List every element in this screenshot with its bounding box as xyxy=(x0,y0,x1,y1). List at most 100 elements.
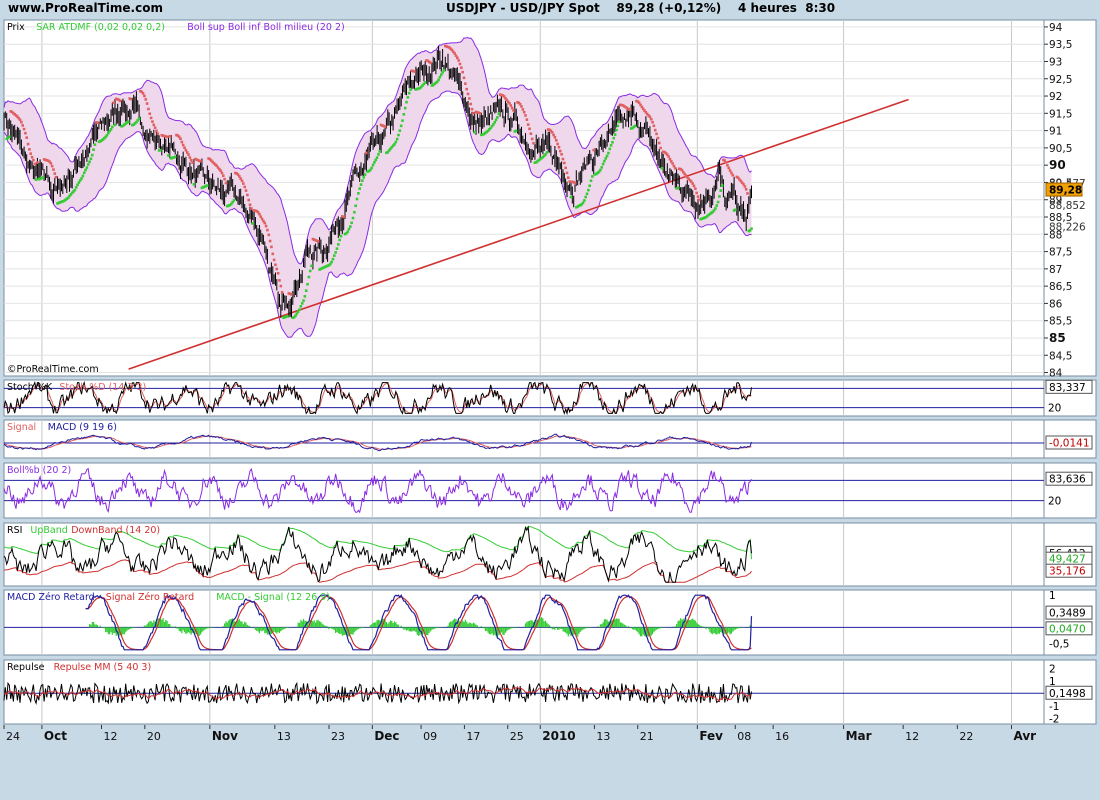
sar-dot xyxy=(155,129,158,133)
sar-dot xyxy=(29,152,33,155)
sar-dot xyxy=(403,106,407,110)
sar-dot xyxy=(652,124,656,128)
sar-dot xyxy=(84,168,87,172)
sar-dot xyxy=(562,161,566,165)
sar-dot xyxy=(692,184,696,188)
sar-dot xyxy=(524,114,527,117)
sar-dot xyxy=(676,186,680,190)
sar-dot xyxy=(746,192,749,195)
sar-dot xyxy=(179,137,182,141)
sar-dot xyxy=(564,166,567,170)
sar-dot xyxy=(247,198,251,202)
sar-dot xyxy=(600,166,604,169)
sar-dot xyxy=(279,284,283,288)
sar-dot xyxy=(310,264,313,268)
sar-dot xyxy=(656,136,660,140)
sar-dot xyxy=(532,141,535,145)
sar-dot xyxy=(530,137,534,141)
sar-dot xyxy=(462,76,466,80)
sar-dot xyxy=(438,75,442,79)
sar-dot xyxy=(272,258,276,262)
sar-dot xyxy=(473,130,476,134)
sar-dot xyxy=(355,197,359,201)
sar-dot xyxy=(145,102,149,105)
x-tick-label: Fev xyxy=(699,729,723,743)
sar-dot xyxy=(653,128,657,132)
indicator-panel-repulse: Repulse Repulse MM (5 40 3) 21-1-20,1498 xyxy=(3,659,1097,725)
chart-canvas[interactable]: 8484,58585,58686,58787,58888,58989,59090… xyxy=(0,0,1100,800)
sar-dot xyxy=(168,134,172,138)
sar-dot xyxy=(357,192,360,195)
sar-dot xyxy=(609,144,613,147)
sar-dot xyxy=(267,233,271,237)
sar-dot xyxy=(405,100,408,104)
panel-plot-area xyxy=(3,462,1045,519)
sar-dot xyxy=(192,183,196,186)
y-tick-label: 85,5 xyxy=(1049,316,1072,328)
sar-dot xyxy=(127,120,130,123)
sar-dot xyxy=(151,120,154,123)
y-tick-label: 1 xyxy=(1049,590,1056,602)
sar-dot xyxy=(528,127,531,131)
y-tick-label: 86 xyxy=(1049,298,1063,310)
sar-dot xyxy=(20,120,23,124)
sar-dot xyxy=(660,167,664,170)
sar-dot xyxy=(143,94,146,98)
legend-item: UpBand xyxy=(30,525,67,536)
sar-dot xyxy=(407,91,411,95)
sar-dot xyxy=(153,126,157,129)
legend-item: MACD Zéro Retard xyxy=(7,592,95,603)
sar-dot xyxy=(651,120,654,124)
sar-dot xyxy=(616,124,620,128)
sar-dot xyxy=(378,150,382,153)
sar-dot xyxy=(588,184,591,188)
sar-dot xyxy=(617,120,621,124)
sar-dot xyxy=(510,106,514,110)
sar-dot xyxy=(271,252,275,256)
sar-dot xyxy=(724,161,728,164)
sar-dot xyxy=(581,201,585,205)
sar-dot xyxy=(370,166,374,170)
sar-dot xyxy=(526,123,530,126)
sar-dot xyxy=(671,162,674,165)
indicator-panel-bollinger-percent-b: Boll%b (20 2) 83,636 20 xyxy=(3,462,1097,519)
sar-dot xyxy=(286,314,289,318)
sar-dot xyxy=(719,189,723,192)
sar-dot xyxy=(567,176,570,179)
sar-dot xyxy=(718,195,721,198)
legend-item: DownBand (14 20) xyxy=(71,525,160,536)
sar-dot xyxy=(330,260,333,264)
sar-dot xyxy=(565,171,569,175)
indicator-panel-macd: Signal MACD (9 19 6) -0,0141 xyxy=(3,419,1097,459)
sar-dot xyxy=(156,132,160,135)
sar-dot xyxy=(90,153,94,157)
sar-dot xyxy=(607,151,610,155)
sar-dot xyxy=(22,127,26,131)
panel-axis-area xyxy=(1043,462,1097,519)
x-tick-label: Dec xyxy=(374,729,399,743)
sar-dot xyxy=(362,176,366,179)
sar-dot xyxy=(25,136,29,139)
sar-dot xyxy=(361,179,364,182)
sar-dot xyxy=(307,275,311,279)
sar-dot xyxy=(304,289,308,292)
sar-dot xyxy=(188,156,192,159)
y-tick-label: 90,5 xyxy=(1049,143,1072,155)
sar-dot xyxy=(714,207,717,210)
sar-dot xyxy=(649,117,653,121)
value-label: 0,3489 xyxy=(1049,608,1086,620)
sar-dot xyxy=(358,187,361,190)
sar-dot xyxy=(461,70,464,74)
sar-dot xyxy=(560,152,563,156)
sar-dot xyxy=(113,123,117,127)
sar-dot xyxy=(119,99,122,103)
sar-dot xyxy=(493,120,497,124)
sar-dot xyxy=(568,180,571,183)
sar-dot xyxy=(742,182,745,186)
panel-plot-area xyxy=(3,419,1045,459)
sar-dot xyxy=(472,111,475,115)
y-tick-label: 91 xyxy=(1049,126,1062,138)
sar-dot xyxy=(112,101,115,104)
legend-item: SAR ATDMF (0,02 0,02 0,2) xyxy=(36,22,165,33)
sar-dot xyxy=(592,148,596,152)
